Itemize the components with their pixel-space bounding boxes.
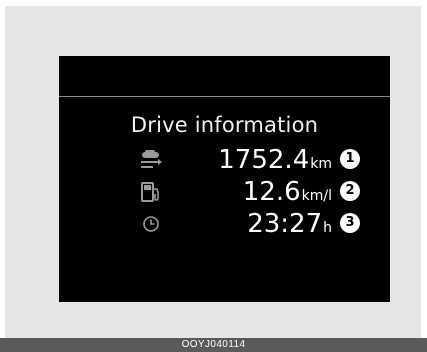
caption-bar: OOYJ040114 (0, 338, 427, 352)
cluster-display: Drive information 1752.4km 1 12.6km/l 2 … (59, 56, 390, 302)
fuel-economy-row: 12.6km/l 2 (59, 175, 390, 209)
marker-2: 2 (340, 181, 360, 201)
distance-value: 1752.4km (218, 145, 332, 175)
fuel-pump-icon (139, 181, 163, 203)
clock-icon (139, 213, 163, 235)
drive-info-title: Drive information (130, 113, 319, 137)
marker-1: 1 (340, 149, 360, 169)
marker-3: 3 (340, 213, 360, 233)
drive-time-row: 23:27h 3 (59, 207, 390, 241)
display-divider (59, 96, 390, 97)
distance-row: 1752.4km 1 (59, 143, 390, 177)
drive-time-value: 23:27h (247, 209, 332, 239)
figure-background: Drive information 1752.4km 1 12.6km/l 2 … (5, 6, 421, 338)
figure-code: OOYJ040114 (181, 339, 246, 350)
fuel-economy-value: 12.6km/l (242, 177, 332, 207)
distance-icon (139, 149, 163, 171)
